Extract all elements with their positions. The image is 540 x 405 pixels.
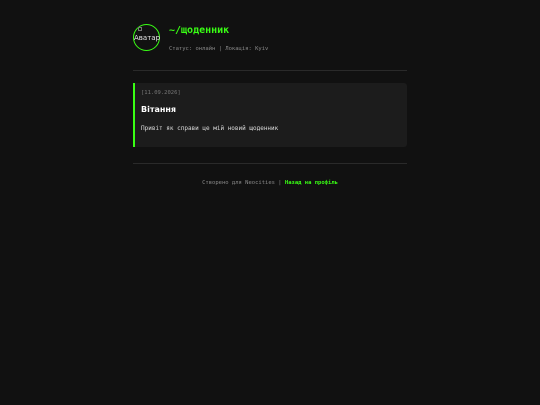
entry-date: [11.09.2026] (141, 90, 181, 96)
avatar: Аватар (133, 24, 160, 51)
diary-page: Аватар ~/щоденник Статус: онлайн | Локац… (0, 0, 540, 405)
footer-credit: Створено для Neocities (202, 180, 275, 186)
diary-entry: [11.09.2026] Вітання Привіт як справи це… (133, 83, 407, 147)
footer-divider (133, 163, 407, 164)
entry-title: Вітання (141, 105, 177, 114)
footer: Створено для Neocities | Назад на профіл… (133, 179, 407, 187)
profile-header: Аватар ~/щоденник Статус: онлайн | Локац… (133, 24, 407, 56)
avatar-alt-text: Аватар (134, 34, 161, 42)
footer-separator: | (278, 180, 282, 186)
broken-image-icon (138, 27, 142, 31)
back-to-profile-link[interactable]: Назад на профіль (285, 180, 338, 186)
page-title: ~/щоденник (169, 25, 230, 36)
entry-text: Привіт як справи це мій новий щоденник (141, 125, 279, 132)
status-line: Статус: онлайн | Локація: Kyiv (169, 46, 269, 52)
header-divider (133, 70, 407, 71)
